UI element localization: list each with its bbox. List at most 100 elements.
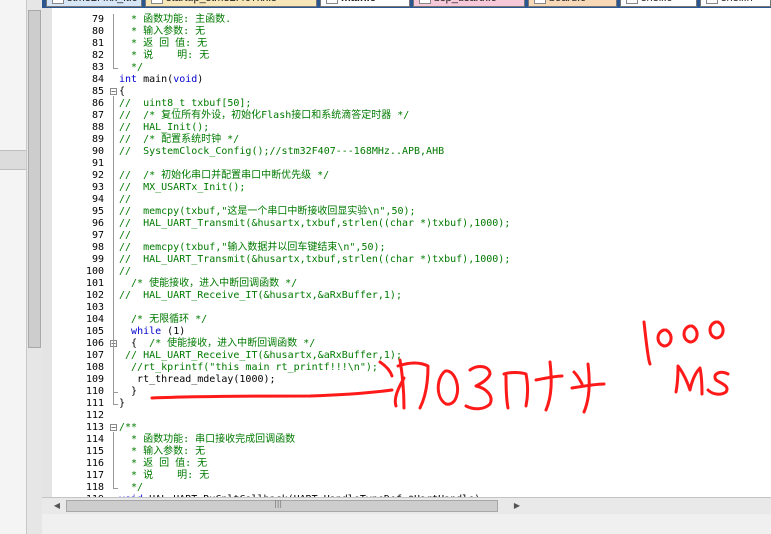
code-editor[interactable]: 79 80 81 82 83 84 85 86 87 88 89 90 91 92 93 94 95 96 97 98… bbox=[42, 8, 771, 497]
code-line[interactable]: * 输入参数: 无 bbox=[119, 26, 769, 38]
line-number: 95 bbox=[91, 206, 104, 217]
scrollbar-grip-icon: ||| bbox=[274, 499, 283, 508]
file-icon bbox=[326, 0, 338, 4]
line-number: 100 bbox=[85, 266, 104, 277]
code-line[interactable]: } bbox=[119, 386, 769, 398]
code-line[interactable]: /** bbox=[119, 422, 769, 434]
vertical-scrollbar-thumb[interactable] bbox=[28, 10, 41, 348]
line-number: 112 bbox=[85, 410, 104, 421]
code-line[interactable]: { /* 使能接收，进入中断回调函数 */ bbox=[119, 338, 769, 350]
line-number: 97 bbox=[91, 230, 104, 241]
code-line[interactable]: // uint8_t txbuf[50]; bbox=[119, 98, 769, 110]
line-number: 107 bbox=[85, 350, 104, 361]
code-line[interactable]: // memcpy(txbuf,"这是一个串口中断接收回显实验\n",50); bbox=[119, 206, 769, 218]
line-number: 113 bbox=[85, 422, 104, 433]
line-number: 101 bbox=[85, 278, 104, 289]
tab-label: bsp_usartx.c bbox=[434, 0, 496, 4]
code-line[interactable]: * 函数功能: 串口接收完成回调函数 bbox=[119, 434, 769, 446]
tab-shell-h[interactable]: shell.h bbox=[700, 0, 771, 7]
line-number: 108 bbox=[85, 362, 104, 373]
code-line[interactable]: * 返 回 值: 无 bbox=[119, 38, 769, 50]
code-line[interactable]: */ bbox=[119, 482, 769, 494]
code-line[interactable]: // bbox=[119, 230, 769, 242]
fold-guide bbox=[113, 14, 114, 68]
code-line[interactable]: int main(void) bbox=[119, 74, 769, 86]
tab-shell-c[interactable]: shell.c bbox=[620, 0, 697, 7]
line-number: 111 bbox=[85, 398, 104, 409]
line-number: 88 bbox=[91, 122, 104, 133]
code-line[interactable]: { bbox=[119, 86, 769, 98]
line-number: 94 bbox=[91, 194, 104, 205]
line-number: 91 bbox=[91, 158, 104, 169]
tab-label: board.c bbox=[549, 0, 586, 4]
tab-main-c[interactable]: main.c bbox=[320, 0, 410, 7]
line-number: 84 bbox=[91, 74, 104, 85]
file-icon bbox=[626, 0, 638, 4]
file-icon bbox=[151, 0, 163, 4]
line-number: 110 bbox=[85, 386, 104, 397]
code-line[interactable]: * 返 回 值: 无 bbox=[119, 458, 769, 470]
tab-label: stm32f4xx_it.c bbox=[67, 0, 137, 4]
code-line[interactable]: } bbox=[119, 398, 769, 410]
code-line[interactable]: * 输入参数: 无 bbox=[119, 446, 769, 458]
fold-toggle-icon[interactable]: − bbox=[110, 88, 117, 96]
line-number: 92 bbox=[91, 170, 104, 181]
selected-tree-item[interactable] bbox=[0, 150, 26, 170]
scroll-left-arrow-icon[interactable]: ◀ bbox=[50, 499, 64, 512]
code-line[interactable]: // HAL_UART_Receive_IT(&husartx,&aRxBuff… bbox=[119, 290, 769, 302]
code-line[interactable]: /* 使能接收，进入中断回调函数 */ bbox=[119, 278, 769, 290]
line-number: 93 bbox=[91, 182, 104, 193]
status-band bbox=[42, 514, 771, 534]
code-line[interactable]: while (1) bbox=[119, 326, 769, 338]
code-line[interactable]: // HAL_Init(); bbox=[119, 122, 769, 134]
line-number: 99 bbox=[91, 254, 104, 265]
code-line[interactable]: //rt_kprintf("this main rt_printf!!!\n")… bbox=[119, 362, 769, 374]
tab-label: main.c bbox=[341, 0, 376, 4]
scroll-right-arrow-icon[interactable]: ▶ bbox=[510, 499, 524, 512]
code-line[interactable]: * 说 明: 无 bbox=[119, 50, 769, 62]
code-line[interactable]: // /* 复位所有外设，初始化Flash接口和系统滴答定时器 */ bbox=[119, 110, 769, 122]
code-line[interactable]: // HAL_UART_Transmit(&husartx,txbuf,strl… bbox=[119, 218, 769, 230]
code-line[interactable]: * 说 明: 无 bbox=[119, 470, 769, 482]
tab-label: shell.c bbox=[641, 0, 672, 4]
line-number: 90 bbox=[91, 146, 104, 157]
code-line[interactable]: rt_thread_mdelay(1000); bbox=[119, 374, 769, 386]
line-number-gutter: 79 80 81 82 83 84 85 86 87 88 89 90 91 92 93 94 95 96 97 98… bbox=[52, 8, 104, 497]
line-number: 80 bbox=[91, 26, 104, 37]
editor-margin bbox=[42, 8, 52, 497]
code-line[interactable]: // HAL_UART_Transmit(&husartx,txbuf,strl… bbox=[119, 254, 769, 266]
code-line[interactable]: * 函数功能: 主函数. bbox=[119, 14, 769, 26]
code-line[interactable]: // bbox=[119, 266, 769, 278]
code-line[interactable]: // memcpy(txbuf,"输入数据并以回车键结束\n",50); bbox=[119, 242, 769, 254]
code-line[interactable]: // SystemClock_Config();//stm32F407---16… bbox=[119, 146, 769, 158]
fold-column: −−− bbox=[108, 8, 119, 497]
horizontal-scrollbar[interactable]: ◀ ||| ▶ bbox=[42, 497, 771, 514]
line-number: 98 bbox=[91, 242, 104, 253]
tab-startup-stm32f407xx-s[interactable]: startup_stm32f407xx.s bbox=[145, 0, 317, 7]
code-line[interactable] bbox=[119, 302, 769, 314]
fold-toggle-icon[interactable]: − bbox=[110, 424, 117, 432]
line-number: 79 bbox=[91, 14, 104, 25]
code-line[interactable]: // /* 配置系统时钟 */ bbox=[119, 134, 769, 146]
line-number: 106 bbox=[85, 338, 104, 349]
code-line[interactable]: // MX_USARTx_Init(); bbox=[119, 182, 769, 194]
tab-stm32f4xx-it-c[interactable]: stm32f4xx_it.c bbox=[46, 0, 142, 7]
code-line[interactable]: // /* 初始化串口并配置串口中断优先级 */ bbox=[119, 170, 769, 182]
line-number: 96 bbox=[91, 218, 104, 229]
tab-board-c[interactable]: board.c bbox=[528, 0, 617, 7]
line-number: 81 bbox=[91, 38, 104, 49]
line-number: 89 bbox=[91, 134, 104, 145]
code-line[interactable]: // bbox=[119, 194, 769, 206]
fold-end-marker bbox=[113, 404, 118, 405]
line-number: 116 bbox=[85, 458, 104, 469]
code-line[interactable] bbox=[119, 410, 769, 422]
line-number: 115 bbox=[85, 446, 104, 457]
code-line[interactable]: // HAL_UART_Receive_IT(&husartx,&aRxBuff… bbox=[119, 350, 769, 362]
tab-bsp-usartx-c[interactable]: bsp_usartx.c bbox=[413, 0, 525, 7]
file-icon bbox=[419, 0, 431, 4]
horizontal-scrollbar-thumb[interactable]: ||| bbox=[66, 499, 498, 512]
code-line[interactable] bbox=[119, 158, 769, 170]
fold-end-marker bbox=[113, 68, 118, 69]
code-line[interactable]: */ bbox=[119, 62, 769, 74]
code-line[interactable]: /* 无限循环 */ bbox=[119, 314, 769, 326]
